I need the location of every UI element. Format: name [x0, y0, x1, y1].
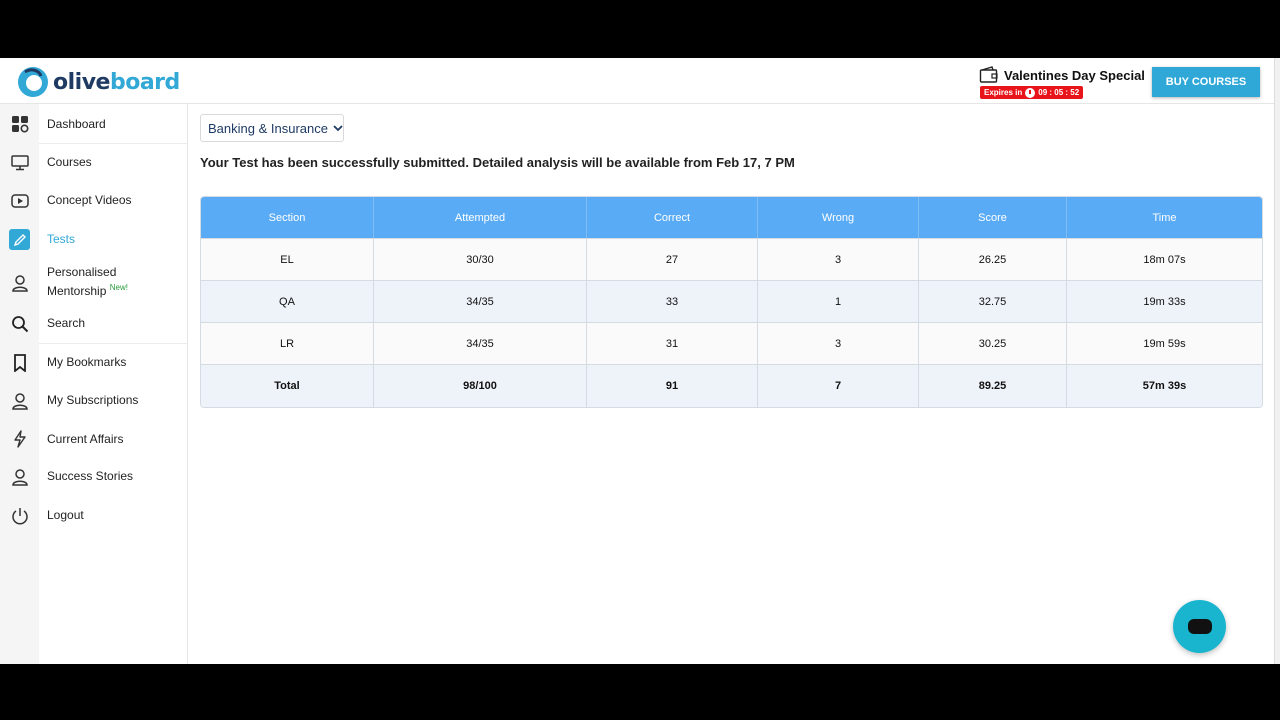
table-cell: 89.25 — [919, 365, 1067, 407]
valentines-promo[interactable]: Valentines Day Special Expires in 09 : 0… — [979, 66, 1145, 102]
sidebar-item-my-bookmarks[interactable]: My Bookmarks — [0, 344, 188, 382]
sidebar-item-courses[interactable]: Courses — [0, 144, 188, 182]
user-icon — [9, 466, 30, 487]
user-icon — [9, 390, 30, 411]
sidebar-item-success-stories[interactable]: Success Stories — [0, 458, 188, 496]
table-cell: 91 — [587, 365, 758, 407]
sidebar-label-search: Search — [47, 316, 86, 330]
table-cell: 30.25 — [919, 323, 1067, 364]
dashboard-grid-icon — [9, 113, 30, 134]
table-cell: 30/30 — [374, 239, 587, 280]
table-cell: 34/35 — [374, 281, 587, 322]
table-cell: 1 — [758, 281, 919, 322]
new-badge: New! — [109, 283, 128, 292]
promo-title: Valentines Day Special — [1004, 68, 1145, 83]
column-header: Score — [919, 197, 1067, 238]
table-row: QA 34/35 33 1 32.75 19m 33s — [201, 281, 1262, 323]
buy-courses-button[interactable]: BUY COURSES — [1152, 67, 1260, 97]
logo-text: oliveboard — [53, 69, 180, 95]
sidebar-label-tests: Tests — [47, 232, 76, 246]
column-header: Time — [1152, 211, 1177, 224]
table-cell: Total — [201, 365, 374, 407]
table-cell: 98/100 — [374, 365, 587, 407]
search-icon — [9, 313, 30, 334]
expires-label: Expires in — [984, 88, 1023, 97]
table-cell: 3 — [758, 323, 919, 364]
column-header: Attempted — [374, 197, 587, 238]
column-header: Section — [201, 197, 374, 238]
column-header: Wrong — [758, 197, 919, 238]
table-cell: 31 — [587, 323, 758, 364]
sidebar-label-dashboard: Dashboard — [47, 117, 106, 131]
table-row: LR 34/35 31 3 30.25 19m 59s — [201, 323, 1262, 365]
clock-icon — [1025, 87, 1036, 98]
top-header: oliveboard Valentines Day Special Expire… — [0, 58, 1280, 104]
table-cell: 7 — [758, 365, 919, 407]
sidebar-item-concept-videos[interactable]: Concept Videos — [0, 182, 188, 220]
chat-support-button[interactable] — [1173, 600, 1226, 653]
lightning-icon — [9, 428, 30, 449]
table-cell: EL — [201, 239, 374, 280]
sidebar-item-personalised-mentorship[interactable]: Personalised Mentorship New! — [0, 258, 188, 302]
category-dropdown-value: Banking & Insurance — [208, 120, 328, 136]
sidebar: Dashboard Courses Concept Videos Tests P… — [0, 104, 188, 664]
user-icon — [9, 272, 30, 293]
app-window: oliveboard Valentines Day Special Expire… — [0, 58, 1280, 664]
sidebar-label-success-stories: Success Stories — [47, 469, 134, 483]
bookmark-icon — [9, 352, 30, 373]
table-cell: 32.75 — [919, 281, 1067, 322]
power-icon — [9, 505, 30, 526]
sidebar-label-mentorship: Personalised Mentorship New! — [47, 265, 128, 298]
table-cell: QA — [201, 281, 374, 322]
category-dropdown[interactable]: Banking & Insurance — [200, 114, 344, 142]
table-header-row: Section Attempted Correct Wrong Score Ti… — [201, 197, 1262, 239]
table-cell: 18m 07s — [1143, 253, 1186, 266]
sidebar-item-current-affairs[interactable]: Current Affairs — [0, 420, 188, 458]
main-content: Banking & Insurance Your Test has been s… — [188, 104, 1274, 664]
sidebar-item-dashboard[interactable]: Dashboard — [0, 104, 188, 143]
table-total-row: Total 98/100 91 7 89.25 57m 39s — [201, 365, 1262, 407]
wallet-icon — [979, 66, 998, 83]
logo-mark-icon — [18, 67, 48, 97]
promo-countdown: Expires in 09 : 05 : 52 — [980, 86, 1084, 99]
table-cell: 57m 39s — [1142, 380, 1187, 392]
table-row: EL 30/30 27 3 26.25 18m 07s — [201, 239, 1262, 281]
sidebar-label-courses: Courses — [47, 155, 92, 169]
table-cell: 19m 59s — [1143, 337, 1186, 350]
sidebar-label-my-bookmarks: My Bookmarks — [47, 355, 127, 369]
table-cell: 19m 33s — [1143, 295, 1186, 308]
sidebar-item-search[interactable]: Search — [0, 305, 188, 343]
oliveboard-logo[interactable]: oliveboard — [17, 66, 180, 98]
table-cell: 33 — [587, 281, 758, 322]
pencil-icon — [9, 229, 30, 250]
sidebar-label-my-subscriptions: My Subscriptions — [47, 393, 139, 407]
chat-bubble-icon — [1187, 619, 1212, 634]
chevron-down-icon — [333, 124, 343, 131]
submission-notice: Your Test has been successfully submitte… — [200, 155, 795, 170]
score-table: Section Attempted Correct Wrong Score Ti… — [200, 196, 1263, 408]
sidebar-item-tests[interactable]: Tests — [0, 220, 188, 258]
monitor-icon — [9, 152, 30, 173]
table-cell: 3 — [758, 239, 919, 280]
table-cell: 34/35 — [374, 323, 587, 364]
page-scrollbar[interactable] — [1274, 58, 1280, 664]
play-video-icon — [9, 190, 30, 211]
table-cell: 27 — [587, 239, 758, 280]
sidebar-label-concept-videos: Concept Videos — [47, 193, 132, 207]
table-cell: 26.25 — [919, 239, 1067, 280]
table-cell: LR — [201, 323, 374, 364]
sidebar-item-my-subscriptions[interactable]: My Subscriptions — [0, 382, 188, 420]
countdown-value: 09 : 05 : 52 — [1038, 88, 1080, 97]
sidebar-item-logout[interactable]: Logout — [0, 496, 188, 534]
column-header: Correct — [587, 197, 758, 238]
sidebar-label-logout: Logout — [47, 508, 84, 522]
sidebar-label-current-affairs: Current Affairs — [47, 432, 124, 446]
